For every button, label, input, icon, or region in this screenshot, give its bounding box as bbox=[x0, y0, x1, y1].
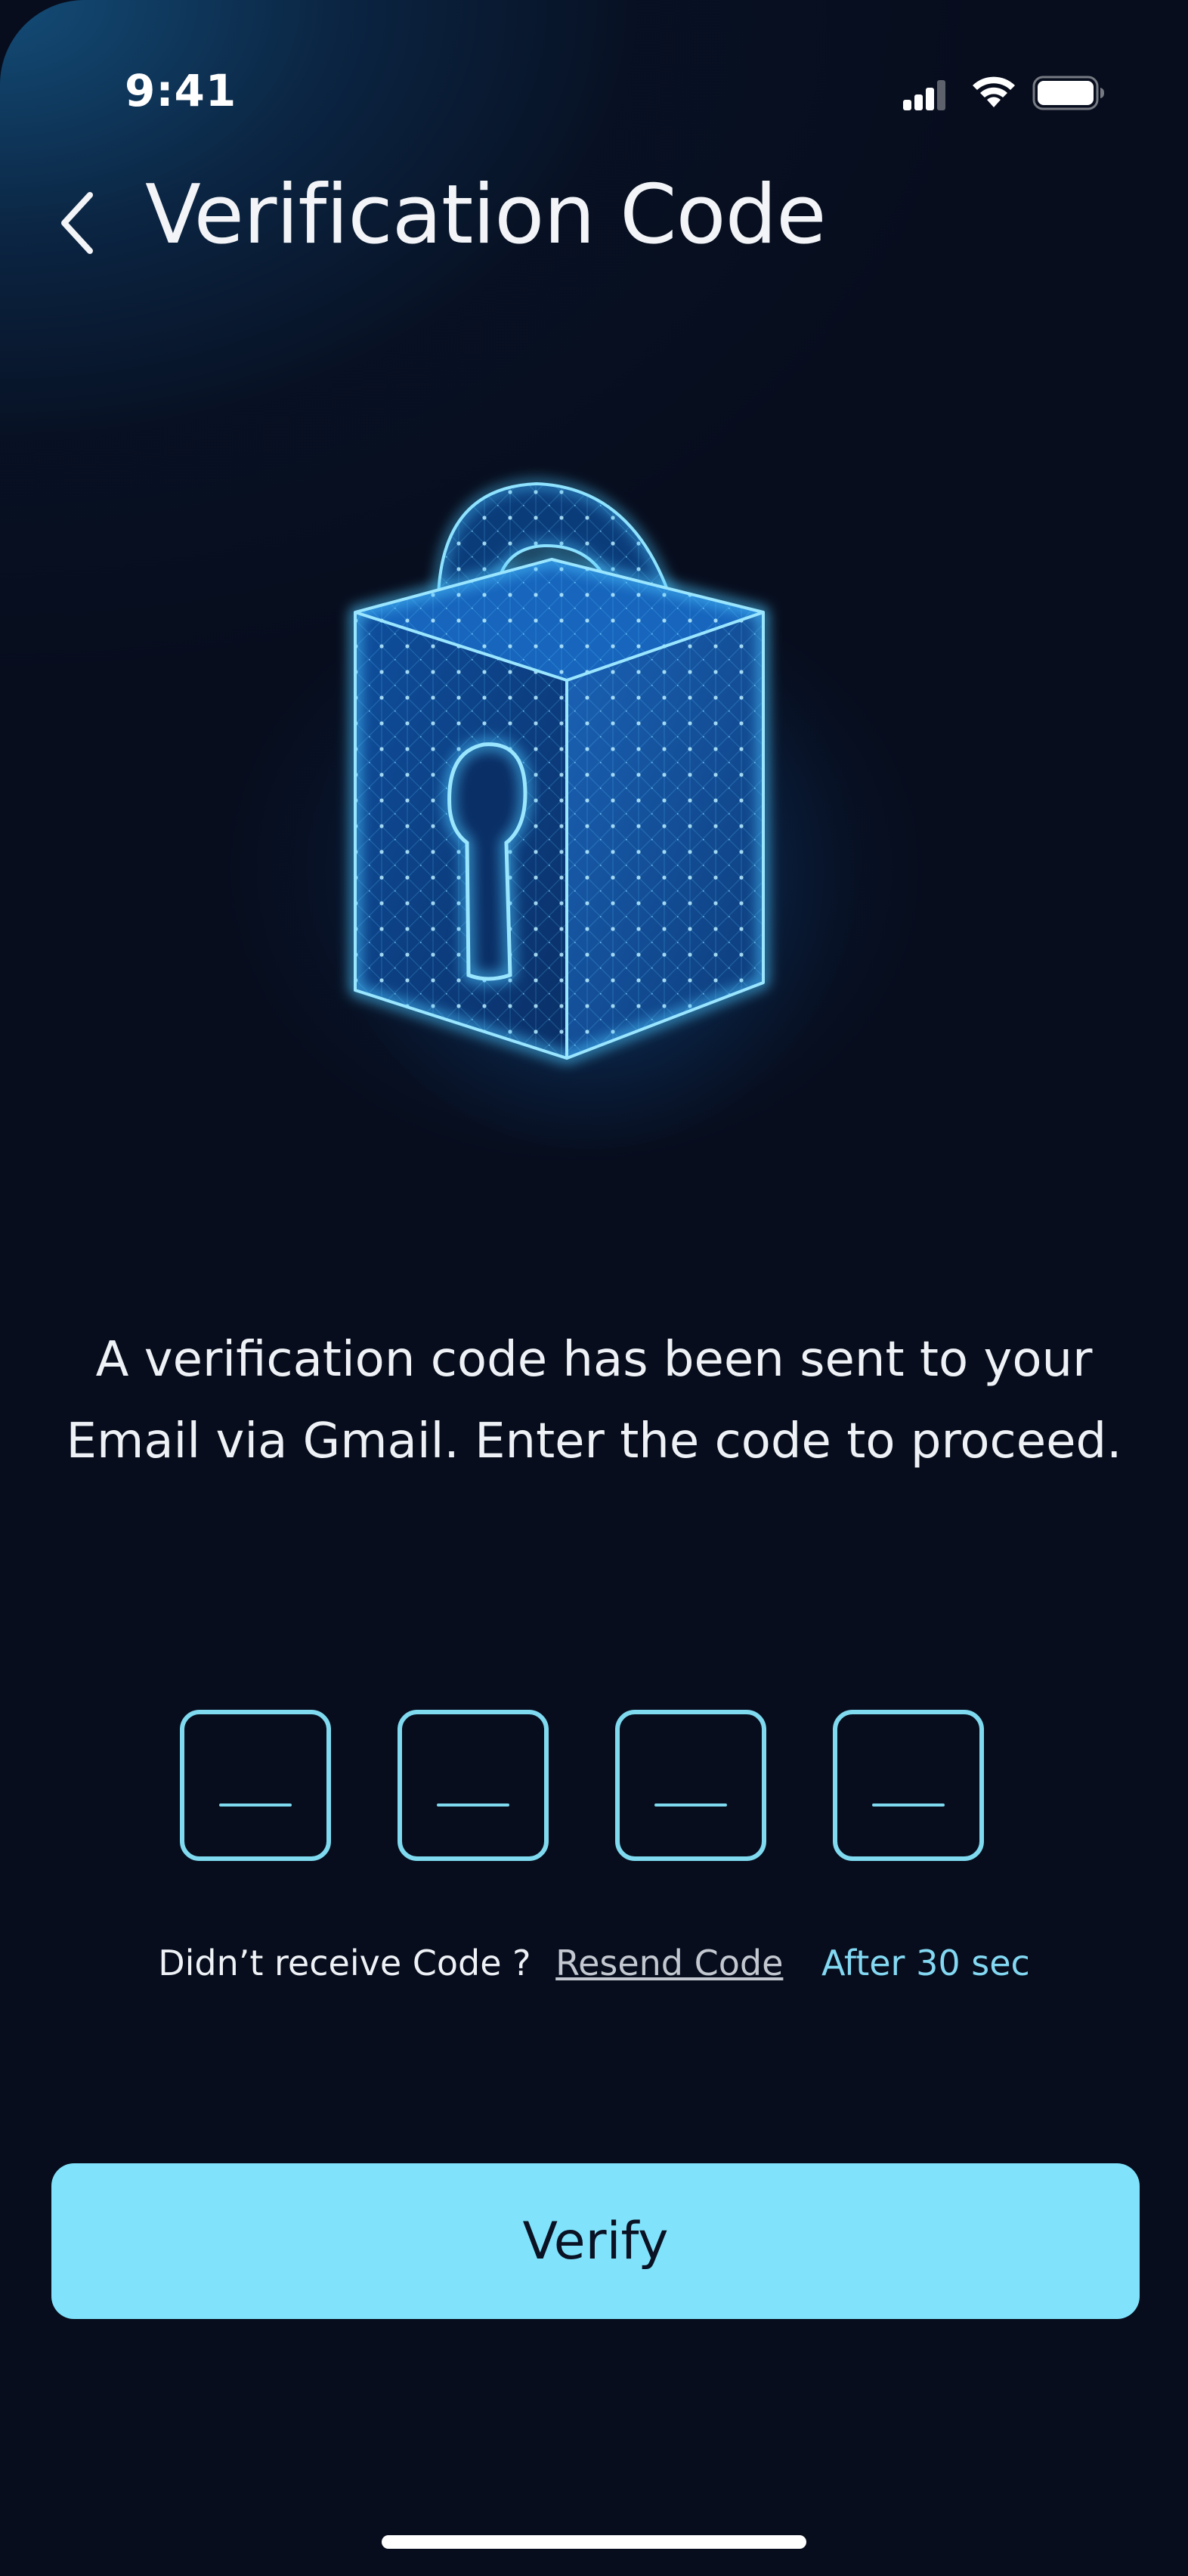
otp-placeholder-line bbox=[437, 1804, 509, 1807]
resend-code-link[interactable]: Resend Code bbox=[555, 1943, 783, 1983]
battery-icon bbox=[1032, 76, 1104, 110]
resend-prompt: Didn’t receive Code ? bbox=[158, 1943, 531, 1983]
otp-placeholder-line bbox=[654, 1804, 727, 1807]
otp-digit-3[interactable] bbox=[615, 1710, 766, 1861]
resend-timer: After 30 sec bbox=[821, 1943, 1030, 1983]
back-button[interactable] bbox=[47, 181, 107, 265]
chevron-left-icon bbox=[61, 192, 93, 254]
otp-digit-1[interactable] bbox=[180, 1710, 331, 1861]
page-title: Verification Code bbox=[145, 168, 827, 262]
otp-digit-2[interactable] bbox=[398, 1710, 549, 1861]
status-time: 9:41 bbox=[125, 65, 237, 116]
wifi-icon bbox=[973, 76, 1015, 107]
otp-placeholder-line bbox=[219, 1804, 292, 1807]
verify-button[interactable]: Verify bbox=[51, 2163, 1140, 2319]
verification-screen: 9:41 Verification Code A verification co… bbox=[0, 0, 1188, 2576]
resend-row: Didn’t receive Code ? Resend Code After … bbox=[0, 1943, 1188, 1983]
otp-digit-4[interactable] bbox=[833, 1710, 984, 1861]
otp-placeholder-line bbox=[872, 1804, 945, 1807]
cellular-signal-icon bbox=[903, 80, 945, 110]
verification-message: A verification code has been sent to you… bbox=[66, 1332, 1122, 1469]
padlock-icon bbox=[317, 481, 862, 1149]
otp-input-group bbox=[180, 1710, 984, 1861]
home-indicator[interactable] bbox=[382, 2535, 806, 2549]
